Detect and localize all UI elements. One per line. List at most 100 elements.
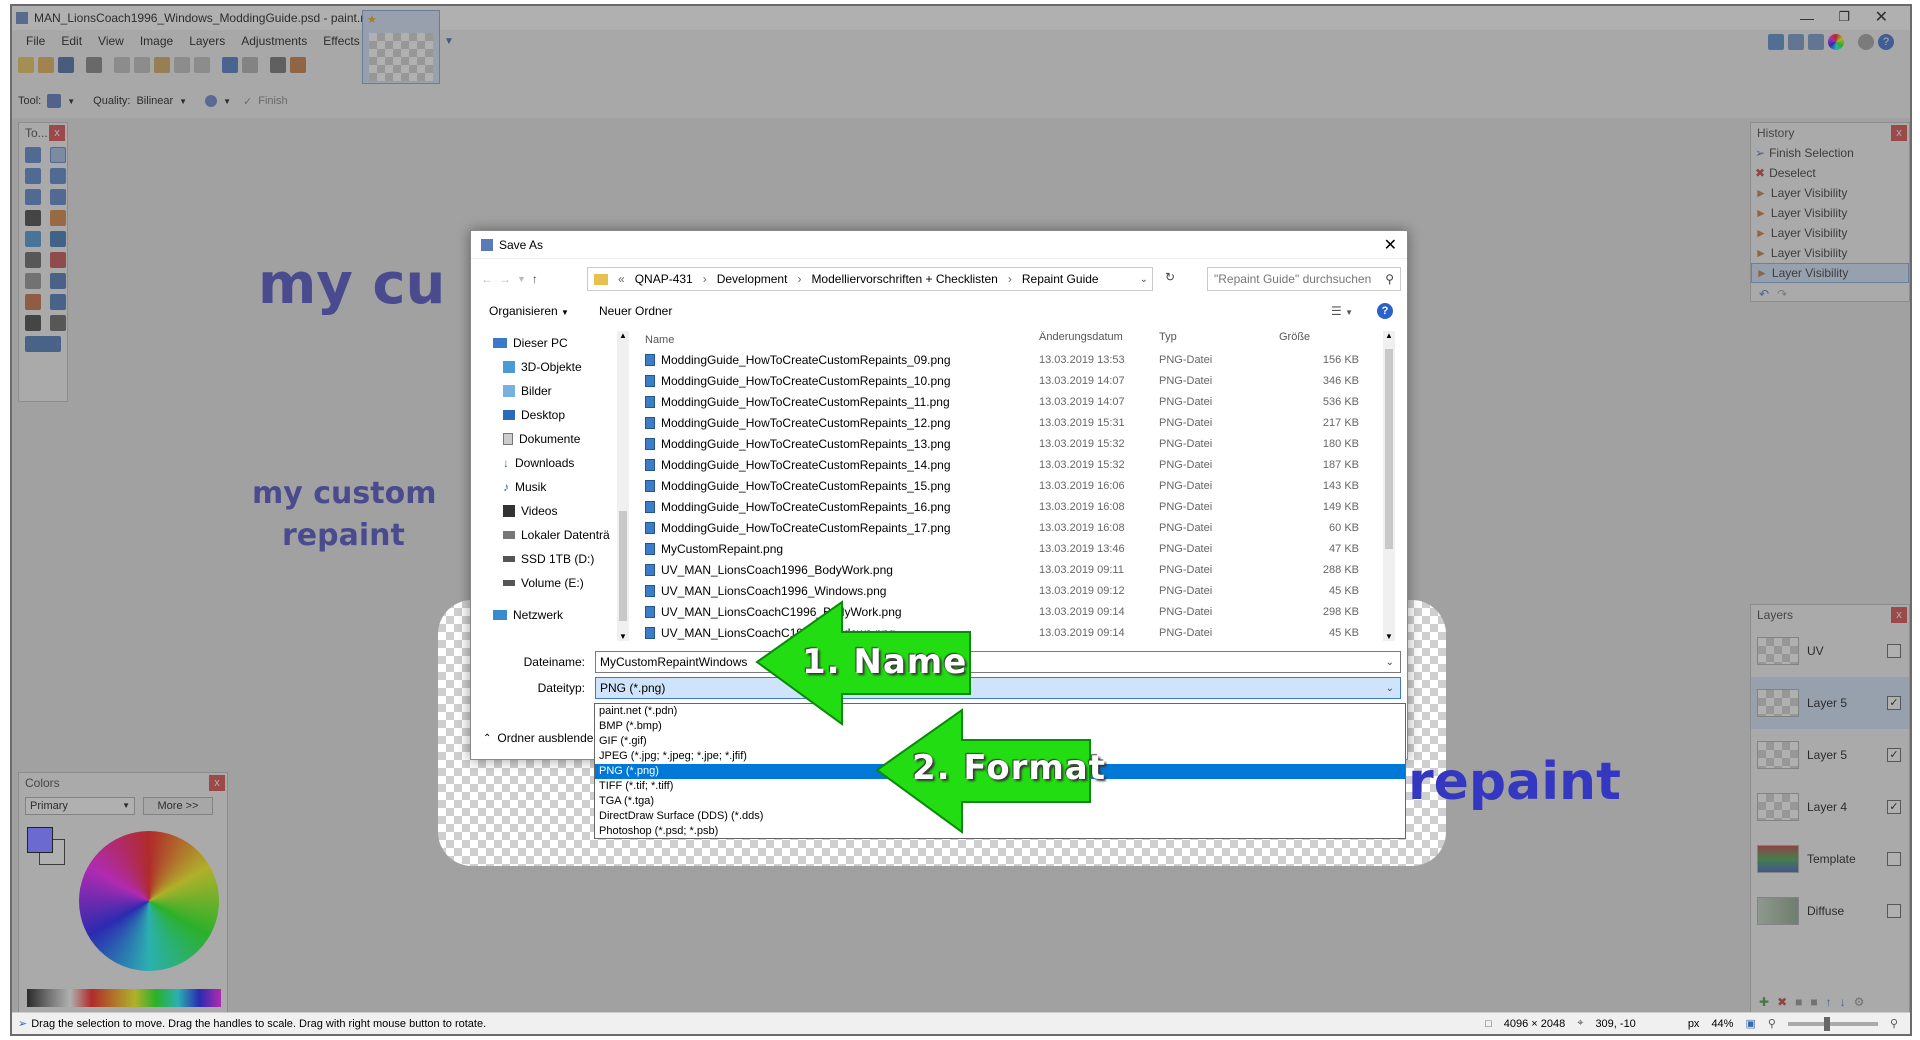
nav-item[interactable]: Dieser PC xyxy=(479,331,615,355)
chevron-down-icon[interactable]: ⌄ xyxy=(1386,683,1394,694)
zoom-level[interactable]: 44% xyxy=(1711,1018,1733,1030)
column-name[interactable]: Name xyxy=(639,331,1039,349)
search-field[interactable]: "Repaint Guide" durchsuchen ⚲ xyxy=(1207,267,1401,291)
chevron-down-icon[interactable]: ⌄ xyxy=(1140,274,1148,285)
minimize-icon[interactable]: — xyxy=(1800,10,1814,26)
layer-properties-icon[interactable]: ⚙ xyxy=(1854,995,1865,1009)
move-up-icon[interactable]: ↑ xyxy=(1826,995,1832,1009)
file-row[interactable]: ModdingGuide_HowToCreateCustomRepaints_1… xyxy=(639,475,1385,496)
move-selected-tool-icon[interactable] xyxy=(50,168,66,184)
shapes-tool-icon[interactable] xyxy=(25,336,61,352)
close-icon[interactable]: x xyxy=(209,775,225,791)
copy-icon[interactable] xyxy=(134,57,150,73)
layer-visibility-checkbox[interactable]: ✓ xyxy=(1887,748,1901,762)
file-row[interactable]: ModdingGuide_HowToCreateCustomRepaints_1… xyxy=(639,370,1385,391)
column-date[interactable]: Änderungsdatum xyxy=(1039,331,1159,349)
nav-item[interactable]: Bilder xyxy=(479,379,615,403)
brush-tool-icon[interactable] xyxy=(25,252,41,268)
tool-select-icon[interactable] xyxy=(47,94,62,108)
close-icon[interactable]: ✕ xyxy=(1875,7,1888,27)
menu-image[interactable]: Image xyxy=(132,34,181,48)
color-wheel[interactable] xyxy=(79,831,219,971)
print-icon[interactable] xyxy=(86,57,102,73)
undo-icon[interactable] xyxy=(222,57,238,73)
deselect-icon[interactable] xyxy=(194,57,210,73)
primary-color-swatch[interactable] xyxy=(27,827,53,853)
tools-toggle-icon[interactable] xyxy=(1768,34,1784,50)
history-item[interactable]: ► Layer Visibility xyxy=(1751,183,1909,203)
ruler-icon[interactable] xyxy=(290,57,306,73)
unit-select[interactable]: px xyxy=(1688,1018,1700,1030)
help-icon[interactable]: ? xyxy=(1878,34,1894,50)
filename-field[interactable]: MyCustomRepaintWindows ⌄ xyxy=(595,651,1401,673)
colors-toggle-icon[interactable] xyxy=(1828,34,1844,50)
file-row[interactable]: ModdingGuide_HowToCreateCustomRepaints_1… xyxy=(639,433,1385,454)
menu-edit[interactable]: Edit xyxy=(53,34,90,48)
column-size[interactable]: Größe xyxy=(1279,331,1359,349)
chevron-down-icon[interactable]: ▼ xyxy=(67,97,75,106)
zoom-in-icon[interactable]: ⚲ xyxy=(1890,1017,1898,1030)
nav-item[interactable]: Dokumente xyxy=(479,427,615,451)
finish-button[interactable]: Finish xyxy=(258,95,287,107)
maximize-icon[interactable]: ❐ xyxy=(1838,9,1850,25)
layer-row[interactable]: UV xyxy=(1751,625,1909,677)
menu-view[interactable]: View xyxy=(90,34,132,48)
magic-wand-tool-icon[interactable] xyxy=(25,189,41,205)
chevron-down-icon[interactable]: ▼ xyxy=(223,97,231,106)
layer-row[interactable]: Layer 5 ✓ xyxy=(1751,729,1909,781)
menu-file[interactable]: File xyxy=(18,34,53,48)
chevron-down-icon[interactable]: ▼ xyxy=(179,97,187,106)
pencil-tool-icon[interactable] xyxy=(25,273,41,289)
organize-button[interactable]: Organisieren ▼ xyxy=(489,304,569,318)
image-tab-thumbnail[interactable]: ★ xyxy=(362,10,440,84)
nav-scrollbar[interactable]: ▲ ▼ xyxy=(617,331,629,641)
lasso-tool-icon[interactable] xyxy=(25,168,41,184)
history-item-selected[interactable]: ► Layer Visibility xyxy=(1751,263,1909,283)
layer-visibility-checkbox[interactable] xyxy=(1887,904,1901,918)
selection-mode-icon[interactable] xyxy=(205,95,218,107)
nav-item[interactable]: Lokaler Datenträ xyxy=(479,523,615,547)
nav-item[interactable]: Desktop xyxy=(479,403,615,427)
scroll-down-icon[interactable]: ▼ xyxy=(1385,632,1393,641)
add-layer-icon[interactable]: ✚ xyxy=(1759,995,1769,1009)
line-tool-icon[interactable] xyxy=(50,315,66,331)
pan-tool-icon[interactable] xyxy=(25,210,41,226)
chevron-down-icon[interactable]: ▼ xyxy=(517,274,526,284)
tab-dropdown-icon[interactable]: ▼ xyxy=(444,36,454,47)
nav-item[interactable]: Netzwerk xyxy=(479,603,615,627)
file-row[interactable]: UV_MAN_LionsCoachC1996_BodyWork.png 13.03… xyxy=(639,601,1385,622)
fit-window-icon[interactable]: ▣ xyxy=(1745,1017,1755,1030)
scroll-up-icon[interactable]: ▲ xyxy=(1385,331,1393,340)
file-row[interactable]: UV_MAN_LionsCoachC1996_Windows.png 13.03.… xyxy=(639,622,1385,641)
recolor-tool-icon[interactable] xyxy=(50,294,66,310)
history-toggle-icon[interactable] xyxy=(1788,34,1804,50)
file-row[interactable]: ModdingGuide_HowToCreateCustomRepaints_1… xyxy=(639,454,1385,475)
up-arrow-icon[interactable]: ↑ xyxy=(532,272,538,286)
move-down-icon[interactable]: ↓ xyxy=(1840,995,1846,1009)
history-item[interactable]: ► Layer Visibility xyxy=(1751,223,1909,243)
breadcrumb[interactable]: « QNAP-431 › Development › Modelliervorsch… xyxy=(587,267,1153,291)
breadcrumb-item[interactable]: Repaint Guide xyxy=(1022,272,1099,286)
scroll-thumb[interactable] xyxy=(619,511,627,621)
refresh-icon[interactable]: ↻ xyxy=(1165,270,1175,284)
layer-row[interactable]: Diffuse xyxy=(1751,885,1909,937)
grid-icon[interactable] xyxy=(270,57,286,73)
color-palette[interactable] xyxy=(27,989,221,1007)
scroll-down-icon[interactable]: ▼ xyxy=(619,632,627,641)
layer-visibility-checkbox[interactable] xyxy=(1887,644,1901,658)
file-row[interactable]: UV_MAN_LionsCoach1996_Windows.png 13.03.2… xyxy=(639,580,1385,601)
history-item[interactable]: ► Layer Visibility xyxy=(1751,203,1909,223)
bucket-tool-icon[interactable] xyxy=(25,231,41,247)
new-icon[interactable] xyxy=(18,57,34,73)
open-icon[interactable] xyxy=(38,57,54,73)
cut-icon[interactable] xyxy=(114,57,130,73)
save-icon[interactable] xyxy=(58,57,74,73)
gradient-tool-icon[interactable] xyxy=(50,231,66,247)
close-icon[interactable]: x xyxy=(1891,125,1907,141)
history-item[interactable]: ➢ Finish Selection xyxy=(1751,143,1909,163)
new-folder-button[interactable]: Neuer Ordner xyxy=(599,304,672,318)
hide-folders-toggle[interactable]: ⌃ Ordner ausblende xyxy=(483,727,593,749)
breadcrumb-item[interactable]: Development xyxy=(717,272,788,286)
color-mode-select[interactable]: Primary ▼ xyxy=(25,797,135,815)
nav-item[interactable]: ♪ Musik xyxy=(479,475,615,499)
